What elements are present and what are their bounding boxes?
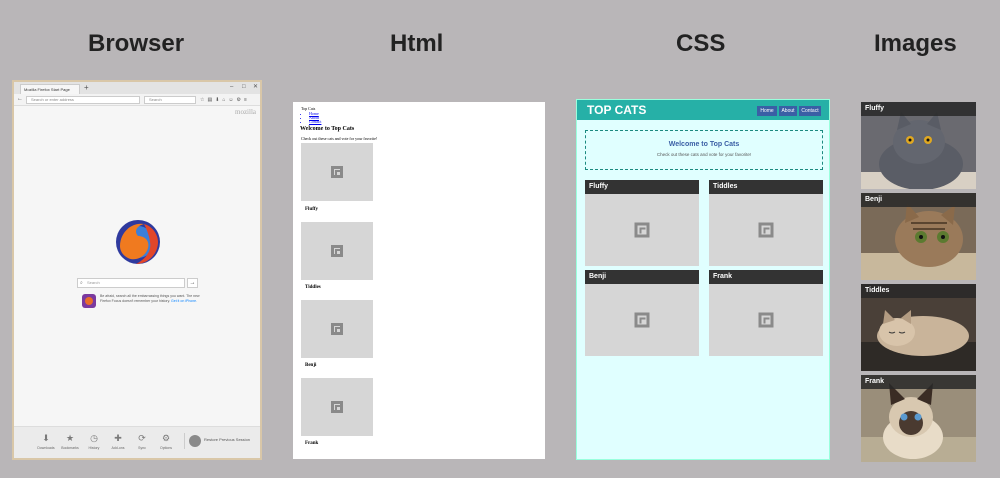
welcome-heading: Welcome to Top Cats [300,126,355,132]
nav-button-about[interactable]: About [779,106,797,116]
column-title-css: CSS [676,30,726,57]
broken-image-icon [634,312,650,328]
column-title-images: Images [874,30,957,57]
unstyled-html-page: Top Cats Home About Contact Welcome to T… [293,102,545,459]
launcher-bar: ⬇ Downloads ★ Bookmarks ◷ History ✚ Add-… [14,426,260,458]
cat-photo-card: Benji [861,193,976,280]
cat-caption: Benji [305,363,317,368]
browser-tab[interactable]: Mozilla Firefox Start Page [20,84,80,94]
search-icon: ⌕ [80,280,83,286]
cat-card: Frank [709,270,823,356]
firefox-focus-icon [82,294,96,308]
minimize-icon[interactable]: – [230,82,233,93]
browser-toolbar: ← Search or enter address Search ☆▤⬇⌂☺⚙≡ [14,94,260,106]
browser-titlebar: Mozilla Firefox Start Page + – □ ✕ [14,82,260,94]
launcher-downloads[interactable]: ⬇ Downloads [34,433,58,450]
promo-snippet: Be afraid, search all the embarrassing t… [100,294,200,303]
close-icon[interactable]: ✕ [253,82,258,93]
toolbar-icons[interactable]: ☆▤⬇⌂☺⚙≡ [200,95,250,105]
welcome-box: Welcome to Top Cats Check out these cats… [585,130,823,170]
cat-card-title: Frank [709,270,823,284]
nav-link-contact[interactable]: Contact [309,120,321,124]
maximize-icon[interactable]: □ [242,82,246,93]
intro-text: Check out these cats and vote for your f… [301,136,378,141]
cat-image [301,300,373,358]
cat-photo-card: Frank [861,375,976,462]
cat-card-image [709,284,823,356]
welcome-text: Check out these cats and vote for your f… [656,152,752,157]
mozilla-brand: mozilla [235,108,256,116]
launcher-sync[interactable]: ⟳ Sync [130,433,154,450]
cat-card-image [585,194,699,266]
broken-image-icon [634,222,650,238]
cat-card-image [585,284,699,356]
column-title-html: Html [390,30,444,57]
cat-card: Fluffy [585,180,699,266]
cat-card-title: Fluffy [585,180,699,194]
back-icon[interactable]: ← [17,94,23,105]
site-header: TOP CATS Home About Contact [577,100,829,120]
restore-session-button[interactable]: Restore Previous Session [184,433,260,449]
cat-image [301,378,373,436]
broken-image-icon [331,401,343,413]
start-search-input[interactable]: ⌕ Search [77,278,185,288]
cat-card: Tiddles [709,180,823,266]
cat-card-title: Benji [585,270,699,284]
download-icon: ⬇ [42,433,50,443]
cat-photo-title: Tiddles [861,284,976,298]
cat-card-title: Tiddles [709,180,823,194]
styled-css-page: TOP CATS Home About Contact Welcome to T… [576,99,830,460]
puzzle-icon: ✚ [114,433,122,443]
firefox-logo-icon [116,220,160,264]
cat-image [301,143,373,201]
cat-card: Benji [585,270,699,356]
cat-caption: Frank [305,441,319,446]
cat-caption: Tiddles [305,285,321,290]
cat-photo-title: Fluffy [861,102,976,116]
clock-icon: ◷ [90,433,98,443]
welcome-heading: Welcome to Top Cats [668,141,740,148]
launcher-history[interactable]: ◷ History [82,433,106,450]
cat-card-image [709,194,823,266]
nav-button-home[interactable]: Home [757,106,777,116]
nav-links: Home About Contact [305,112,321,124]
cat-caption: Fluffy [305,207,319,212]
bookmark-star-icon: ★ [65,433,75,443]
launcher-addons[interactable]: ✚ Add-ons [106,433,130,450]
launcher-options[interactable]: ⚙ Options [154,433,178,450]
launcher-bookmarks[interactable]: ★ Bookmarks [58,433,82,450]
gear-icon: ⚙ [161,433,171,443]
browser-window: Mozilla Firefox Start Page + – □ ✕ ← Sea… [12,80,262,460]
nav-button-contact[interactable]: Contact [799,106,821,116]
broken-image-icon [331,166,343,178]
cat-photo-title: Frank [861,375,976,389]
promo-link[interactable]: Get it on iPhone. [171,299,197,303]
broken-image-icon [331,245,343,257]
search-go-button[interactable]: → [187,278,198,288]
column-title-browser: Browser [88,30,185,57]
url-bar[interactable]: Search or enter address [26,96,140,104]
sync-icon: ⟳ [138,433,146,443]
restore-icon [189,435,201,447]
cat-photo-card: Tiddles [861,284,976,371]
broken-image-icon [331,323,343,335]
toolbar-search-input[interactable]: Search [144,96,196,104]
site-title: TOP CATS [587,103,647,117]
new-tab-icon[interactable]: + [84,83,89,93]
broken-image-icon [758,222,774,238]
cat-image [301,222,373,280]
cat-photo-card: Fluffy [861,102,976,189]
broken-image-icon [758,312,774,328]
cat-photo-title: Benji [861,193,976,207]
